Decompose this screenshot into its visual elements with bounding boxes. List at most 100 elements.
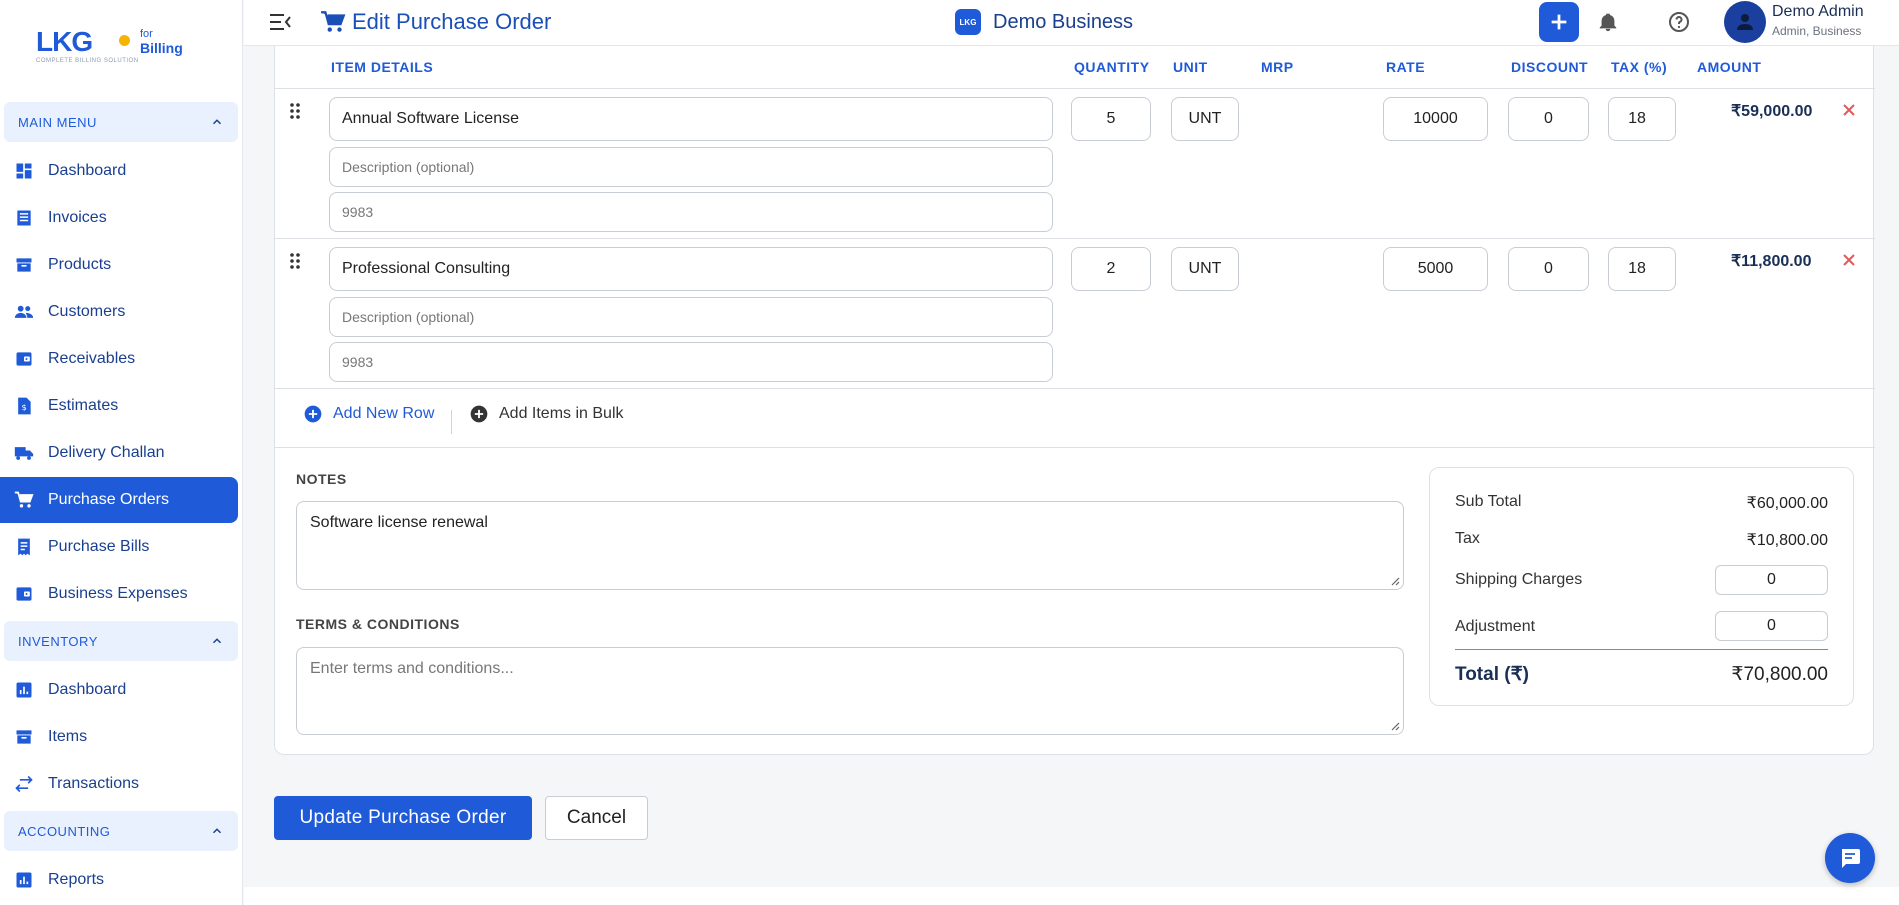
bar-chart-icon xyxy=(14,870,34,890)
bell-icon[interactable] xyxy=(1597,10,1619,34)
column-header-rate: RATE xyxy=(1386,59,1426,75)
sidebar-item-label: Transactions xyxy=(48,775,139,792)
terms-textarea[interactable]: Enter terms and conditions... xyxy=(296,647,1404,735)
chevron-up-icon xyxy=(212,828,222,834)
update-purchase-order-button[interactable]: Update Purchase Order xyxy=(274,796,532,840)
adjustment-input[interactable]: 0 xyxy=(1715,611,1828,641)
sidebar-item-transactions[interactable]: Transactions xyxy=(0,761,238,807)
sidebar-item-invoices[interactable]: Invoices xyxy=(0,195,238,241)
tax-input[interactable]: 18 xyxy=(1608,247,1676,291)
rate-input[interactable]: 10000 xyxy=(1383,97,1488,141)
drag-handle-icon[interactable] xyxy=(289,101,301,121)
discount-input[interactable]: 0 xyxy=(1508,247,1589,291)
item-hsn-input[interactable]: 9983 xyxy=(329,192,1053,232)
business-switcher[interactable]: LKG Demo Business xyxy=(955,9,1133,35)
user-name: Demo Admin xyxy=(1772,3,1864,20)
cancel-button[interactable]: Cancel xyxy=(545,796,648,840)
sidebar-item-receivables[interactable]: Receivables xyxy=(0,336,238,382)
column-header-discount: DISCOUNT xyxy=(1511,59,1589,75)
top-bar: Edit Purchase Order LKG Demo Business De… xyxy=(244,0,1899,46)
sidebar: LKG for Billing COMPLETE BILLING SOLUTIO… xyxy=(0,0,243,905)
sidebar-item-customers[interactable]: Customers xyxy=(0,289,238,335)
chevron-up-icon xyxy=(212,638,222,644)
remove-row-icon[interactable] xyxy=(1842,253,1856,267)
plus-circle-icon xyxy=(470,405,488,423)
item-description-input[interactable]: Description (optional) xyxy=(329,147,1053,187)
avatar[interactable] xyxy=(1724,1,1766,43)
main-menu-header[interactable]: MAIN MENU xyxy=(4,102,238,142)
terms-placeholder: Enter terms and conditions... xyxy=(310,660,514,677)
svg-text:$: $ xyxy=(22,402,27,412)
item-description-input[interactable]: Description (optional) xyxy=(329,297,1053,337)
row-amount: ₹59,000.00 xyxy=(1731,103,1813,120)
plus-icon xyxy=(1551,14,1567,30)
total-value: ₹70,800.00 xyxy=(1731,664,1828,685)
help-icon[interactable] xyxy=(1667,10,1691,34)
accounting-header[interactable]: ACCOUNTING xyxy=(4,811,238,851)
sidebar-item-label: Estimates xyxy=(48,397,119,414)
sidebar-item-purchase-orders[interactable]: Purchase Orders xyxy=(0,477,238,523)
receipt-icon xyxy=(14,537,34,557)
user-icon xyxy=(1737,14,1753,30)
sidebar-item-products[interactable]: Products xyxy=(0,242,238,288)
notes-textarea[interactable]: Software license renewal xyxy=(296,501,1404,590)
inventory-header[interactable]: INVENTORY xyxy=(4,621,238,661)
add-items-bulk-button[interactable]: Add Items in Bulk xyxy=(469,404,624,424)
menu-collapse-icon[interactable] xyxy=(268,11,292,33)
quick-add-button[interactable] xyxy=(1539,2,1579,42)
swap-arrows-icon xyxy=(14,774,34,794)
sidebar-item-dashboard[interactable]: Dashboard xyxy=(0,148,238,194)
sidebar-item-items[interactable]: Items xyxy=(0,714,238,760)
shipping-charges-input[interactable]: 0 xyxy=(1715,565,1828,595)
sidebar-item-inventory-dashboard[interactable]: Dashboard xyxy=(0,667,238,713)
invoice-icon xyxy=(14,208,34,228)
accounting-label: ACCOUNTING xyxy=(18,823,111,839)
cart-icon xyxy=(14,490,34,510)
sidebar-item-delivery-challan[interactable]: Delivery Challan xyxy=(0,430,238,476)
terms-label: TERMS & CONDITIONS xyxy=(296,616,460,632)
logo-product: Billing xyxy=(140,40,183,56)
adjustment-label: Adjustment xyxy=(1455,618,1536,635)
item-name-input[interactable]: Professional Consulting xyxy=(329,247,1053,291)
column-header-mrp: MRP xyxy=(1261,59,1294,75)
sidebar-item-label: Purchase Bills xyxy=(48,538,150,555)
tax-label: Tax xyxy=(1455,530,1480,547)
archive-icon xyxy=(14,255,34,275)
page-title-text: Edit Purchase Order xyxy=(352,9,552,34)
quantity-input[interactable]: 5 xyxy=(1071,97,1151,141)
column-header-item: ITEM DETAILS xyxy=(331,59,434,75)
divider xyxy=(451,410,452,434)
sidebar-item-reports[interactable]: Reports xyxy=(0,857,238,903)
sidebar-item-label: Customers xyxy=(48,303,126,320)
sidebar-item-label: Items xyxy=(48,728,88,745)
resize-handle-icon[interactable] xyxy=(1390,576,1400,586)
sidebar-item-label: Products xyxy=(48,256,112,273)
add-new-row-button[interactable]: Add New Row xyxy=(303,404,434,424)
total-divider xyxy=(1455,649,1828,650)
chat-button[interactable] xyxy=(1825,833,1875,883)
app-root: LKG for Billing COMPLETE BILLING SOLUTIO… xyxy=(0,0,1899,905)
resize-handle-icon[interactable] xyxy=(1390,721,1400,731)
logo[interactable]: LKG for Billing COMPLETE BILLING SOLUTIO… xyxy=(0,0,242,100)
sidebar-item-label: Invoices xyxy=(48,209,107,226)
remove-row-icon[interactable] xyxy=(1842,103,1856,117)
drag-handle-icon[interactable] xyxy=(289,251,301,271)
unit-input[interactable]: UNT xyxy=(1171,97,1239,141)
tax-input[interactable]: 18 xyxy=(1608,97,1676,141)
archive-icon xyxy=(14,727,34,747)
dashboard-icon xyxy=(14,161,34,181)
sidebar-item-label: Delivery Challan xyxy=(48,444,165,461)
sidebar-item-business-expenses[interactable]: Business Expenses xyxy=(0,571,238,617)
item-hsn-input[interactable]: 9983 xyxy=(329,342,1053,382)
rate-input[interactable]: 5000 xyxy=(1383,247,1488,291)
quantity-input[interactable]: 2 xyxy=(1071,247,1151,291)
item-name-input[interactable]: Annual Software License xyxy=(329,97,1053,141)
sidebar-item-purchase-bills[interactable]: Purchase Bills xyxy=(0,524,238,570)
sidebar-item-estimates[interactable]: $ Estimates xyxy=(0,383,238,429)
chevron-up-icon xyxy=(212,119,222,125)
sidebar-item-label: Dashboard xyxy=(48,681,127,698)
discount-input[interactable]: 0 xyxy=(1508,97,1589,141)
wallet-icon xyxy=(14,584,34,604)
bar-chart-icon xyxy=(14,680,34,700)
unit-input[interactable]: UNT xyxy=(1171,247,1239,291)
